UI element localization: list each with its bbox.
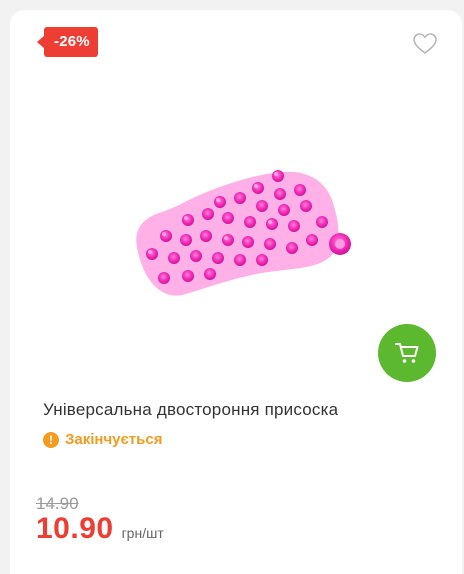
stock-status: ! Закінчується <box>43 431 162 448</box>
discount-badge: -26% <box>37 27 98 57</box>
stock-status-label: Закінчується <box>65 431 163 448</box>
suction-mat-image <box>136 170 351 296</box>
product-card[interactable]: -26% Універсальна двостороння присоска !… <box>10 10 462 574</box>
heart-icon <box>413 33 437 54</box>
exclamation-icon: ! <box>43 431 59 448</box>
add-to-cart-button[interactable] <box>378 324 436 382</box>
price-row: 10.90 грн/шт <box>36 512 164 546</box>
product-image[interactable] <box>128 160 368 310</box>
old-price: 14.90 <box>36 494 79 513</box>
cart-icon <box>395 343 419 363</box>
price-unit: грн/шт <box>121 525 164 541</box>
add-to-favorites-button[interactable] <box>412 32 438 56</box>
product-title[interactable]: Універсальна двостороння присоска <box>43 400 338 420</box>
current-price: 10.90 <box>36 512 114 545</box>
